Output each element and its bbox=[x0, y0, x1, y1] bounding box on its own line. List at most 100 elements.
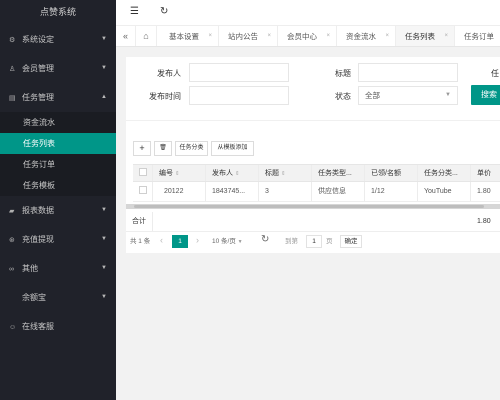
sidebar-item-online-service[interactable]: ☺ 在线客服 bbox=[0, 312, 116, 341]
status-select-value: 全部 bbox=[365, 91, 380, 100]
sidebar-subitem-task-orders[interactable]: 任务订单 bbox=[0, 154, 116, 175]
cell-task-category: YouTube bbox=[418, 182, 471, 201]
column-header-unit-price[interactable]: 单价 bbox=[471, 165, 500, 181]
money-icon: ⊛ bbox=[9, 237, 15, 244]
status-label: 状态 bbox=[335, 92, 351, 101]
report-icon: ▰ bbox=[9, 208, 15, 215]
sidebar-item-label: 任务管理 bbox=[22, 93, 54, 102]
cell-unit-price: 1.80 bbox=[477, 188, 491, 195]
close-icon[interactable]: × bbox=[267, 26, 271, 46]
chevron-down-icon: ▼ bbox=[101, 236, 107, 242]
chevron-down-icon: ▼ bbox=[101, 294, 107, 300]
tab-member-center[interactable]: 会员中心 × bbox=[278, 26, 337, 46]
next-page-icon[interactable]: › bbox=[196, 234, 199, 247]
gear-icon: ⚙ bbox=[9, 37, 16, 44]
app-title: 点赞系统 bbox=[0, 0, 116, 25]
sidebar-item-recharge-withdraw[interactable]: ⊛ 充值提现 ▼ bbox=[0, 225, 116, 254]
table-header-row: 编号 ⇕ 发布人 ⇕ 标题 ⇕ 任务类型... 已领/名额 任务分类... 单价 bbox=[133, 164, 500, 182]
goto-confirm-button[interactable]: 确定 bbox=[340, 235, 362, 248]
sidebar: 点赞系统 ⚙ 系统设定 ▼ ♙ 会员管理 ▼ ▤ 任务管理 ▲ 资金流水 任务列表 任… bbox=[0, 0, 116, 400]
page-size-select[interactable]: 10 条/页 ▼ bbox=[212, 235, 243, 248]
task-submenu: 资金流水 任务列表 任务订单 任务模板 bbox=[0, 112, 116, 196]
sidebar-item-task-management[interactable]: ▤ 任务管理 ▲ bbox=[0, 83, 116, 112]
goto-page-input[interactable]: 1 bbox=[306, 235, 322, 248]
pagination: 共 1 条 ‹ 1 › 10 条/页 ▼ ↻ 到第 1 页 确定 bbox=[130, 233, 500, 249]
tab-label: 站内公告 bbox=[228, 32, 258, 41]
tab-fund-flow[interactable]: 资金流水 × bbox=[337, 26, 396, 46]
tabs-prev-icon[interactable]: « bbox=[116, 26, 136, 46]
row-checkbox[interactable] bbox=[133, 182, 153, 201]
tab-task-list[interactable]: 任务列表 × bbox=[396, 26, 455, 46]
close-icon[interactable]: × bbox=[444, 26, 448, 46]
column-header-title[interactable]: 标题 ⇕ bbox=[259, 165, 312, 181]
refresh-icon[interactable]: ↻ bbox=[160, 6, 168, 17]
table-total-row: 合计 1.80 bbox=[126, 212, 500, 232]
sidebar-item-system-settings[interactable]: ⚙ 系统设定 ▼ bbox=[0, 25, 116, 54]
sidebar-item-label: 系统设定 bbox=[22, 35, 54, 44]
column-header-id[interactable]: 编号 ⇕ bbox=[153, 165, 206, 181]
sidebar-subitem-fund-flow[interactable]: 资金流水 bbox=[0, 112, 116, 133]
sidebar-item-label: 余额宝 bbox=[22, 293, 46, 302]
horizontal-scrollbar[interactable] bbox=[126, 204, 500, 209]
sidebar-item-other[interactable]: ∞ 其他 ▼ bbox=[0, 254, 116, 283]
sidebar-subitem-task-templates[interactable]: 任务模板 bbox=[0, 175, 116, 196]
total-unit-price: 1.80 bbox=[477, 218, 491, 225]
chevron-up-icon: ▲ bbox=[101, 94, 107, 100]
column-header-task-category[interactable]: 任务分类... bbox=[418, 165, 471, 181]
scrollbar-thumb[interactable] bbox=[134, 205, 484, 208]
chevron-down-icon: ▼ bbox=[101, 65, 107, 71]
close-icon[interactable]: × bbox=[385, 26, 389, 46]
sidebar-item-member-management[interactable]: ♙ 会员管理 ▼ bbox=[0, 54, 116, 83]
tab-label: 任务列表 bbox=[405, 32, 435, 41]
column-header-publisher[interactable]: 发布人 ⇕ bbox=[206, 165, 259, 181]
add-button[interactable]: + bbox=[133, 141, 151, 156]
top-header: ☰ ↻ bbox=[116, 0, 500, 26]
current-page-button[interactable]: 1 bbox=[172, 235, 188, 248]
sidebar-subitem-task-list[interactable]: 任务列表 bbox=[0, 133, 116, 154]
tab-label: 基本设置 bbox=[169, 32, 199, 41]
publisher-input[interactable] bbox=[189, 63, 289, 82]
home-icon[interactable]: ⌂ bbox=[136, 26, 157, 46]
tab-basic-settings[interactable]: 基本设置 × bbox=[160, 26, 219, 46]
tab-bar: « ⌂ 基本设置 × 站内公告 × 会员中心 × 资金流水 × 任务列表 × 任务订单 bbox=[116, 26, 500, 47]
menu-toggle-icon[interactable]: ☰ bbox=[130, 6, 139, 17]
service-icon: ☺ bbox=[9, 324, 17, 331]
tab-announcements[interactable]: 站内公告 × bbox=[219, 26, 278, 46]
add-from-template-button[interactable]: 从模板添加 bbox=[211, 141, 254, 156]
column-header-claimed-quota[interactable]: 已领/名额 bbox=[365, 165, 418, 181]
prev-page-icon[interactable]: ‹ bbox=[160, 234, 163, 247]
chevron-down-icon: ▼ bbox=[101, 207, 107, 213]
sidebar-item-yuebao[interactable]: 余额宝 ▼ bbox=[0, 283, 116, 312]
status-select[interactable]: 全部 ▼ bbox=[358, 86, 458, 105]
sidebar-item-label: 其他 bbox=[22, 264, 38, 273]
content-card: 发布人 标题 任 发布时间 状态 全部 ▼ 搜索 + 🗑 任务分类 从模板添加 … bbox=[126, 57, 500, 253]
link-icon: ∞ bbox=[9, 266, 14, 273]
title-input[interactable] bbox=[358, 63, 458, 82]
table-row[interactable]: 20122 1843745... 3 供应信息 1/12 YouTube 1.8… bbox=[133, 182, 500, 202]
select-all-checkbox[interactable] bbox=[133, 165, 153, 181]
delete-icon[interactable]: 🗑 bbox=[154, 141, 172, 156]
tab-label: 资金流水 bbox=[346, 32, 376, 41]
tab-label: 任务订单 bbox=[464, 32, 494, 41]
task-label-partial: 任 bbox=[491, 69, 499, 78]
search-button[interactable]: 搜索 bbox=[471, 85, 500, 105]
column-header-task-type[interactable]: 任务类型... bbox=[312, 165, 365, 181]
close-icon[interactable]: × bbox=[208, 26, 212, 46]
total-label: 合计 bbox=[126, 212, 153, 231]
refresh-icon[interactable]: ↻ bbox=[261, 233, 269, 246]
publish-time-input[interactable] bbox=[189, 86, 289, 105]
tab-task-orders[interactable]: 任务订单 bbox=[455, 26, 500, 46]
publisher-label: 发布人 bbox=[157, 69, 181, 78]
publish-time-label: 发布时间 bbox=[149, 92, 181, 101]
divider bbox=[126, 120, 500, 121]
tab-label: 会员中心 bbox=[287, 32, 317, 41]
chevron-down-icon: ▼ bbox=[445, 92, 451, 98]
sidebar-item-reports[interactable]: ▰ 报表数据 ▼ bbox=[0, 196, 116, 225]
cell-task-type: 供应信息 bbox=[312, 182, 365, 201]
task-category-button[interactable]: 任务分类 bbox=[175, 141, 208, 156]
sidebar-item-label: 充值提现 bbox=[22, 235, 54, 244]
cell-id: 20122 bbox=[153, 182, 206, 201]
chevron-down-icon: ▼ bbox=[101, 265, 107, 271]
close-icon[interactable]: × bbox=[326, 26, 330, 46]
sidebar-item-label: 会员管理 bbox=[22, 64, 54, 73]
